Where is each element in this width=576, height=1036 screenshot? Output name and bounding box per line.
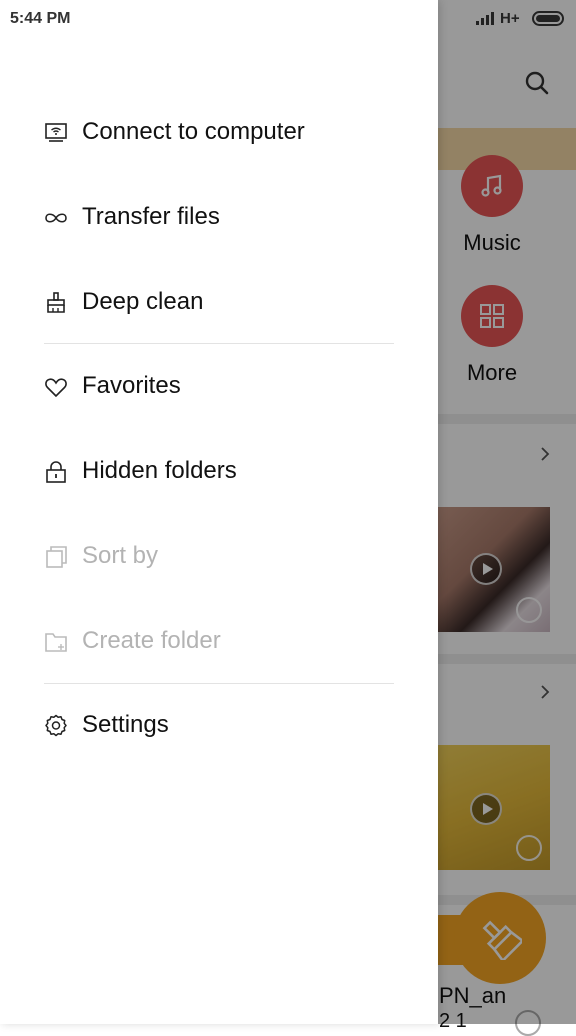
computer-wifi-icon: [44, 121, 68, 145]
menu-label: Favorites: [82, 372, 181, 399]
menu-label: Hidden folders: [82, 457, 237, 484]
status-time: 5:44 PM: [10, 10, 71, 27]
menu-settings[interactable]: Settings: [0, 691, 438, 761]
menu-label: Create folder: [82, 627, 221, 654]
heart-icon: [44, 375, 68, 399]
navigation-drawer: Connect to computer Transfer files Deep …: [0, 0, 438, 1024]
menu-deep-clean[interactable]: Deep clean: [0, 268, 438, 338]
brush-icon: [44, 291, 68, 315]
menu-divider: [44, 343, 394, 344]
menu-label: Sort by: [82, 542, 159, 569]
signal-icon: [476, 11, 496, 30]
status-bar: 5:44 PM H+: [0, 0, 576, 38]
menu-divider: [44, 683, 394, 684]
menu-favorites[interactable]: Favorites: [0, 352, 438, 422]
menu-label: Deep clean: [82, 288, 204, 315]
menu-transfer-files[interactable]: Transfer files: [0, 183, 438, 253]
menu-connect-to-computer[interactable]: Connect to computer: [0, 98, 438, 168]
menu-label: Transfer files: [82, 203, 220, 230]
lock-icon: [44, 460, 68, 484]
gear-icon: [44, 714, 68, 738]
menu-label: Connect to computer: [82, 118, 305, 145]
menu-create-folder[interactable]: Create folder: [0, 607, 438, 677]
infinity-icon: [44, 206, 68, 230]
battery-icon: [532, 11, 564, 26]
network-type: H+: [500, 10, 520, 27]
sort-icon: [44, 545, 68, 569]
menu-label: Settings: [82, 711, 169, 738]
menu-sort-by[interactable]: Sort by: [0, 522, 438, 592]
folder-add-icon: [44, 630, 68, 654]
menu-hidden-folders[interactable]: Hidden folders: [0, 437, 438, 507]
